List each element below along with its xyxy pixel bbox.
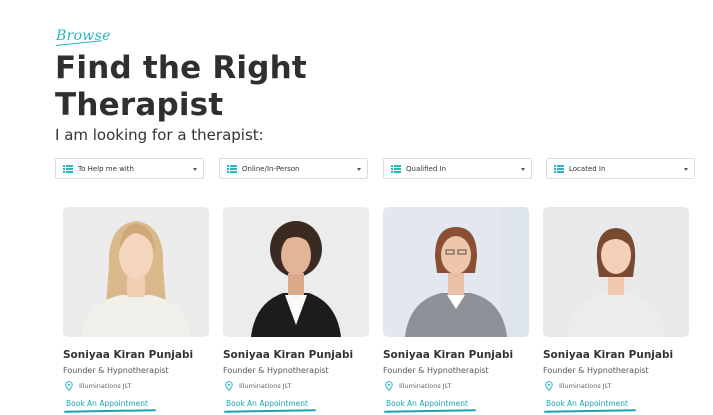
list-icon <box>227 164 237 173</box>
therapist-role: Founder & Hypnotherapist <box>223 366 329 375</box>
book-appointment-label: Book An Appointment <box>226 399 308 408</box>
book-appointment-link[interactable]: Book An Appointment <box>543 399 637 413</box>
therapist-role: Founder & Hypnotherapist <box>63 366 169 375</box>
page-subtitle: I am looking for a therapist: <box>55 126 264 144</box>
therapist-name: Soniyaa Kiran Punjabi <box>543 349 674 361</box>
therapist-card: Soniyaa Kiran Punjabi Founder & Hypnothe… <box>63 207 209 413</box>
filter-online-in-person-select[interactable]: Online/In-Person <box>219 158 368 179</box>
link-underline <box>543 409 637 413</box>
therapist-photo[interactable] <box>383 207 529 337</box>
chevron-down-icon <box>684 168 688 171</box>
therapist-photo[interactable] <box>543 207 689 337</box>
link-underline <box>63 409 157 413</box>
book-appointment-link[interactable]: Book An Appointment <box>223 399 317 413</box>
therapist-name: Soniyaa Kiran Punjabi <box>63 349 194 361</box>
location-label: Illuminations JLT <box>239 382 292 390</box>
link-underline <box>383 409 477 413</box>
location-label: Illuminations JLT <box>399 382 452 390</box>
filter-bar: To Help me with Online/In-Person Qualifi… <box>0 158 713 180</box>
filter-label: To Help me with <box>78 164 134 173</box>
list-icon <box>391 164 401 173</box>
book-appointment-label: Book An Appointment <box>66 399 148 408</box>
therapist-name: Soniyaa Kiran Punjabi <box>383 349 514 361</box>
list-icon <box>63 164 73 173</box>
location-label: Illuminations JLT <box>79 382 132 390</box>
therapist-name: Soniyaa Kiran Punjabi <box>223 349 354 361</box>
chevron-down-icon <box>521 168 525 171</box>
therapist-location: Illuminations JLT <box>63 381 209 391</box>
therapist-location: Illuminations JLT <box>543 381 689 391</box>
location-pin-icon <box>385 381 393 391</box>
book-appointment-label: Book An Appointment <box>386 399 468 408</box>
location-pin-icon <box>225 381 233 391</box>
filter-label: Online/In-Person <box>242 164 300 173</box>
book-appointment-link[interactable]: Book An Appointment <box>63 399 157 413</box>
therapist-photo[interactable] <box>63 207 209 337</box>
page-title: Find the Right Therapist <box>55 50 307 123</box>
location-label: Illuminations JLT <box>559 382 612 390</box>
location-pin-icon <box>545 381 553 391</box>
link-underline <box>223 409 317 413</box>
filter-qualified-in-select[interactable]: Qualified In <box>383 158 532 179</box>
therapist-location: Illuminations JLT <box>223 381 369 391</box>
list-icon <box>554 164 564 173</box>
therapist-card: Soniyaa Kiran Punjabi Founder & Hypnothe… <box>543 207 689 413</box>
filter-label: Located In <box>569 164 606 173</box>
chevron-down-icon <box>193 168 197 171</box>
book-appointment-label: Book An Appointment <box>546 399 628 408</box>
therapist-location: Illuminations JLT <box>383 381 529 391</box>
therapist-card: Soniyaa Kiran Punjabi Founder & Hypnothe… <box>223 207 369 413</box>
filter-located-in-select[interactable]: Located In <box>546 158 695 179</box>
therapist-role: Founder & Hypnotherapist <box>543 366 649 375</box>
therapist-role: Founder & Hypnotherapist <box>383 366 489 375</box>
chevron-down-icon <box>357 168 361 171</box>
book-appointment-link[interactable]: Book An Appointment <box>383 399 477 413</box>
therapist-card: Soniyaa Kiran Punjabi Founder & Hypnothe… <box>383 207 529 413</box>
filter-label: Qualified In <box>406 164 447 173</box>
therapist-photo[interactable] <box>223 207 369 337</box>
location-pin-icon <box>65 381 73 391</box>
filter-help-with-select[interactable]: To Help me with <box>55 158 204 179</box>
